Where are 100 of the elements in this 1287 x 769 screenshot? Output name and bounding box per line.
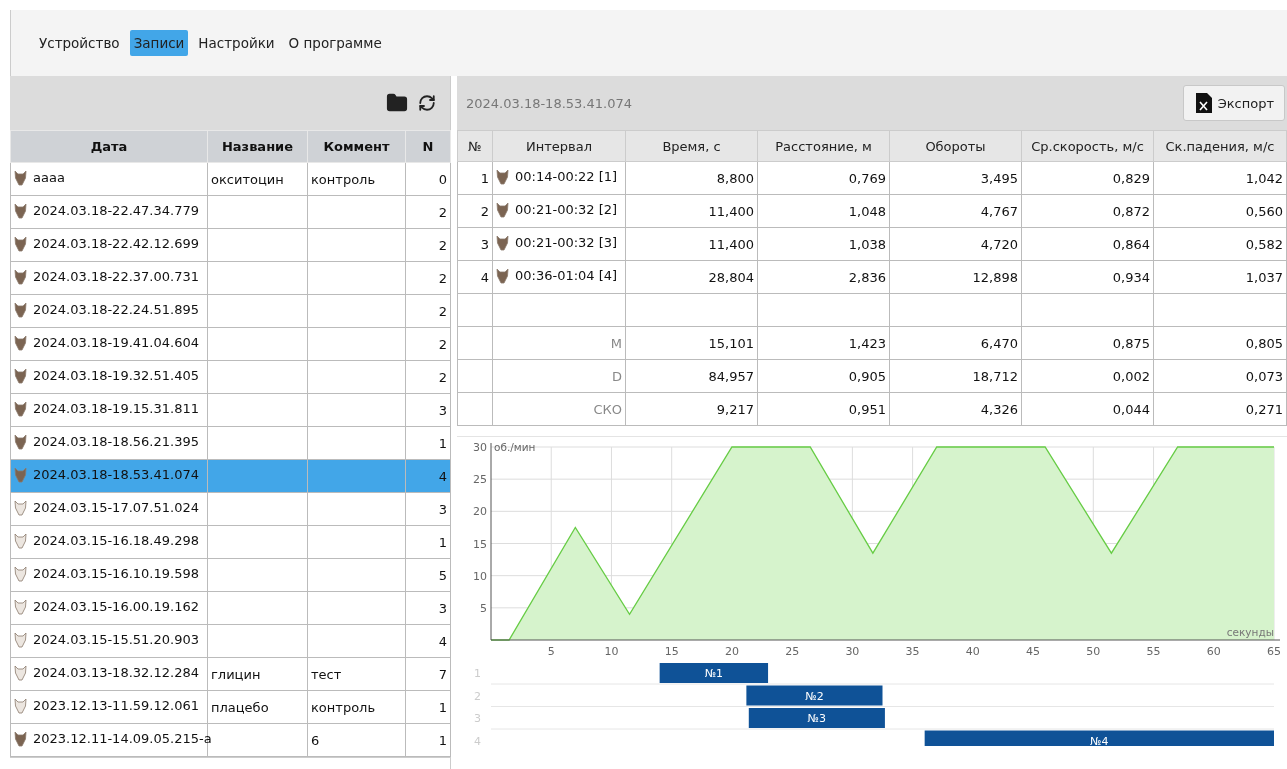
number-cell: 2 xyxy=(457,194,493,228)
interval-bar[interactable] xyxy=(746,685,883,706)
value-cell: 0,872 xyxy=(1021,194,1154,228)
x-tick-label: 55 xyxy=(1146,645,1161,658)
date-text: 2024.03.15-17.07.51.024 xyxy=(33,500,199,515)
date-cell[interactable]: аааа xyxy=(10,162,208,196)
value-cell: 0,864 xyxy=(1021,227,1154,261)
interval-bar-label: №2 xyxy=(805,689,824,703)
date-cell[interactable]: 2024.03.18-19.32.51.405 xyxy=(10,360,208,394)
column-header[interactable]: Дата xyxy=(10,130,208,163)
y-tick-label: 5 xyxy=(480,601,487,615)
date-cell[interactable]: 2024.03.18-19.15.31.811 xyxy=(10,393,208,427)
x-tick-label: 65 xyxy=(1267,645,1281,658)
statistic-label: D xyxy=(492,359,626,393)
value-cell: 6,470 xyxy=(889,326,1022,360)
x-tick-label: 15 xyxy=(664,645,679,658)
date-cell[interactable]: 2024.03.18-19.41.04.604 xyxy=(10,327,208,361)
column-header[interactable]: Ср.скорость, м/с xyxy=(1021,130,1154,162)
x-tick-label: 50 xyxy=(1086,645,1101,658)
folder-icon[interactable] xyxy=(386,92,408,114)
column-header[interactable]: Ск.падения, м/с xyxy=(1153,130,1287,162)
value-cell: 3,495 xyxy=(889,161,1022,195)
interval-text: 00:36-01:04 [4] xyxy=(515,268,618,283)
y-tick-label: 25 xyxy=(473,473,487,487)
column-header[interactable]: Расстояние, м xyxy=(757,130,890,162)
interval-bar-label: №4 xyxy=(1090,734,1109,746)
menu-tab[interactable]: О программе xyxy=(284,30,386,56)
comment-cell: контроль xyxy=(307,690,406,724)
value-cell: 1,048 xyxy=(757,194,890,228)
mouse-head-icon xyxy=(14,202,27,219)
x-tick-label: 25 xyxy=(785,645,800,658)
column-header[interactable]: № xyxy=(457,130,493,162)
date-text: 2024.03.18-22.37.00.731 xyxy=(33,269,199,284)
date-cell[interactable]: 2024.03.18-22.47.34.779 xyxy=(10,195,208,229)
statistic-label: СКО xyxy=(492,392,626,426)
value-cell: 8,800 xyxy=(625,161,758,195)
value-cell: 0,002 xyxy=(1021,359,1154,393)
menu-tab[interactable]: Записи xyxy=(129,30,189,56)
x-tick-label: 60 xyxy=(1206,645,1221,658)
date-cell[interactable]: 2024.03.18-18.53.41.074 xyxy=(10,459,208,493)
refresh-icon[interactable] xyxy=(418,94,436,112)
interval-bar[interactable] xyxy=(659,663,769,683)
date-cell[interactable]: 2024.03.15-15.51.20.903 xyxy=(10,624,208,658)
date-text: 2024.03.18-18.53.41.074 xyxy=(33,467,199,482)
mouse-head-icon xyxy=(14,169,27,186)
column-header[interactable]: Время, с xyxy=(625,130,758,162)
value-cell: 4,720 xyxy=(889,227,1022,261)
name-cell: глицин xyxy=(207,657,308,691)
mouse-head-icon xyxy=(14,400,27,417)
date-cell[interactable]: 2024.03.18-22.42.12.699 xyxy=(10,228,208,262)
spreadsheet-file-icon xyxy=(1195,93,1212,113)
menu-tab[interactable]: Настройки xyxy=(194,30,279,56)
interval-text: 00:14-00:22 [1] xyxy=(515,169,618,184)
value-cell: 1,037 xyxy=(1153,260,1287,294)
value-cell: 0,073 xyxy=(1153,359,1287,393)
name-cell: окситоцин xyxy=(207,162,308,196)
date-cell[interactable]: 2024.03.15-16.18.49.298 xyxy=(10,525,208,559)
column-header[interactable]: Интервал xyxy=(492,130,626,162)
name-cell: плацебо xyxy=(207,690,308,724)
record-title: 2024.03.18-18.53.41.074 xyxy=(466,95,632,111)
date-text: 2024.03.18-22.42.12.699 xyxy=(33,236,199,251)
date-text: 2024.03.18-22.47.34.779 xyxy=(33,203,199,218)
export-button[interactable]: Экспорт xyxy=(1182,85,1285,121)
mouse-head-icon xyxy=(14,631,27,648)
date-text: 2024.03.18-19.32.51.405 xyxy=(33,368,199,383)
interval-bar[interactable] xyxy=(924,730,1274,746)
y-tick-label: 20 xyxy=(473,505,487,519)
value-cell: 4,767 xyxy=(889,194,1022,228)
date-text: 2024.03.15-15.51.20.903 xyxy=(33,632,199,647)
y-tick-label: 30 xyxy=(473,441,487,454)
column-header[interactable]: N xyxy=(405,130,451,163)
interval-bar[interactable] xyxy=(748,708,885,728)
value-cell: 0,905 xyxy=(757,359,890,393)
value-cell: 4,326 xyxy=(889,392,1022,426)
date-text: 2024.03.18-19.15.31.811 xyxy=(33,401,199,416)
date-cell[interactable]: 2024.03.18-18.56.21.395 xyxy=(10,426,208,460)
value-cell: 12,898 xyxy=(889,260,1022,294)
date-cell[interactable]: 2024.03.15-16.00.19.162 xyxy=(10,591,208,625)
date-cell[interactable]: 2024.03.18-22.37.00.731 xyxy=(10,261,208,295)
value-cell: 15,101 xyxy=(625,326,758,360)
x-axis-label: секунды xyxy=(1226,626,1274,638)
date-cell[interactable]: 2024.03.15-17.07.51.024 xyxy=(10,492,208,526)
x-tick-label: 30 xyxy=(845,645,860,658)
mouse-head-icon xyxy=(14,730,27,747)
mouse-head-icon xyxy=(14,268,27,285)
column-header[interactable]: Обороты xyxy=(889,130,1022,162)
x-tick-label: 35 xyxy=(905,645,920,658)
y-tick-label: 10 xyxy=(473,569,487,583)
date-text: аааа xyxy=(33,170,65,185)
date-cell[interactable]: 2024.03.13-18.32.12.284 xyxy=(10,657,208,691)
mouse-head-icon xyxy=(14,664,27,681)
number-cell: 3 xyxy=(457,227,493,261)
column-header[interactable]: Коммент xyxy=(307,130,406,163)
column-header[interactable]: Название xyxy=(207,130,308,163)
date-text: 2024.03.15-16.00.19.162 xyxy=(33,599,199,614)
menu-tab[interactable]: Устройство xyxy=(35,30,124,56)
value-cell: 0,044 xyxy=(1021,392,1154,426)
date-cell[interactable]: 2024.03.18-22.24.51.895 xyxy=(10,294,208,328)
date-cell[interactable]: 2023.12.13-11.59.12.061 xyxy=(10,690,208,724)
date-cell[interactable]: 2024.03.15-16.10.19.598 xyxy=(10,558,208,592)
